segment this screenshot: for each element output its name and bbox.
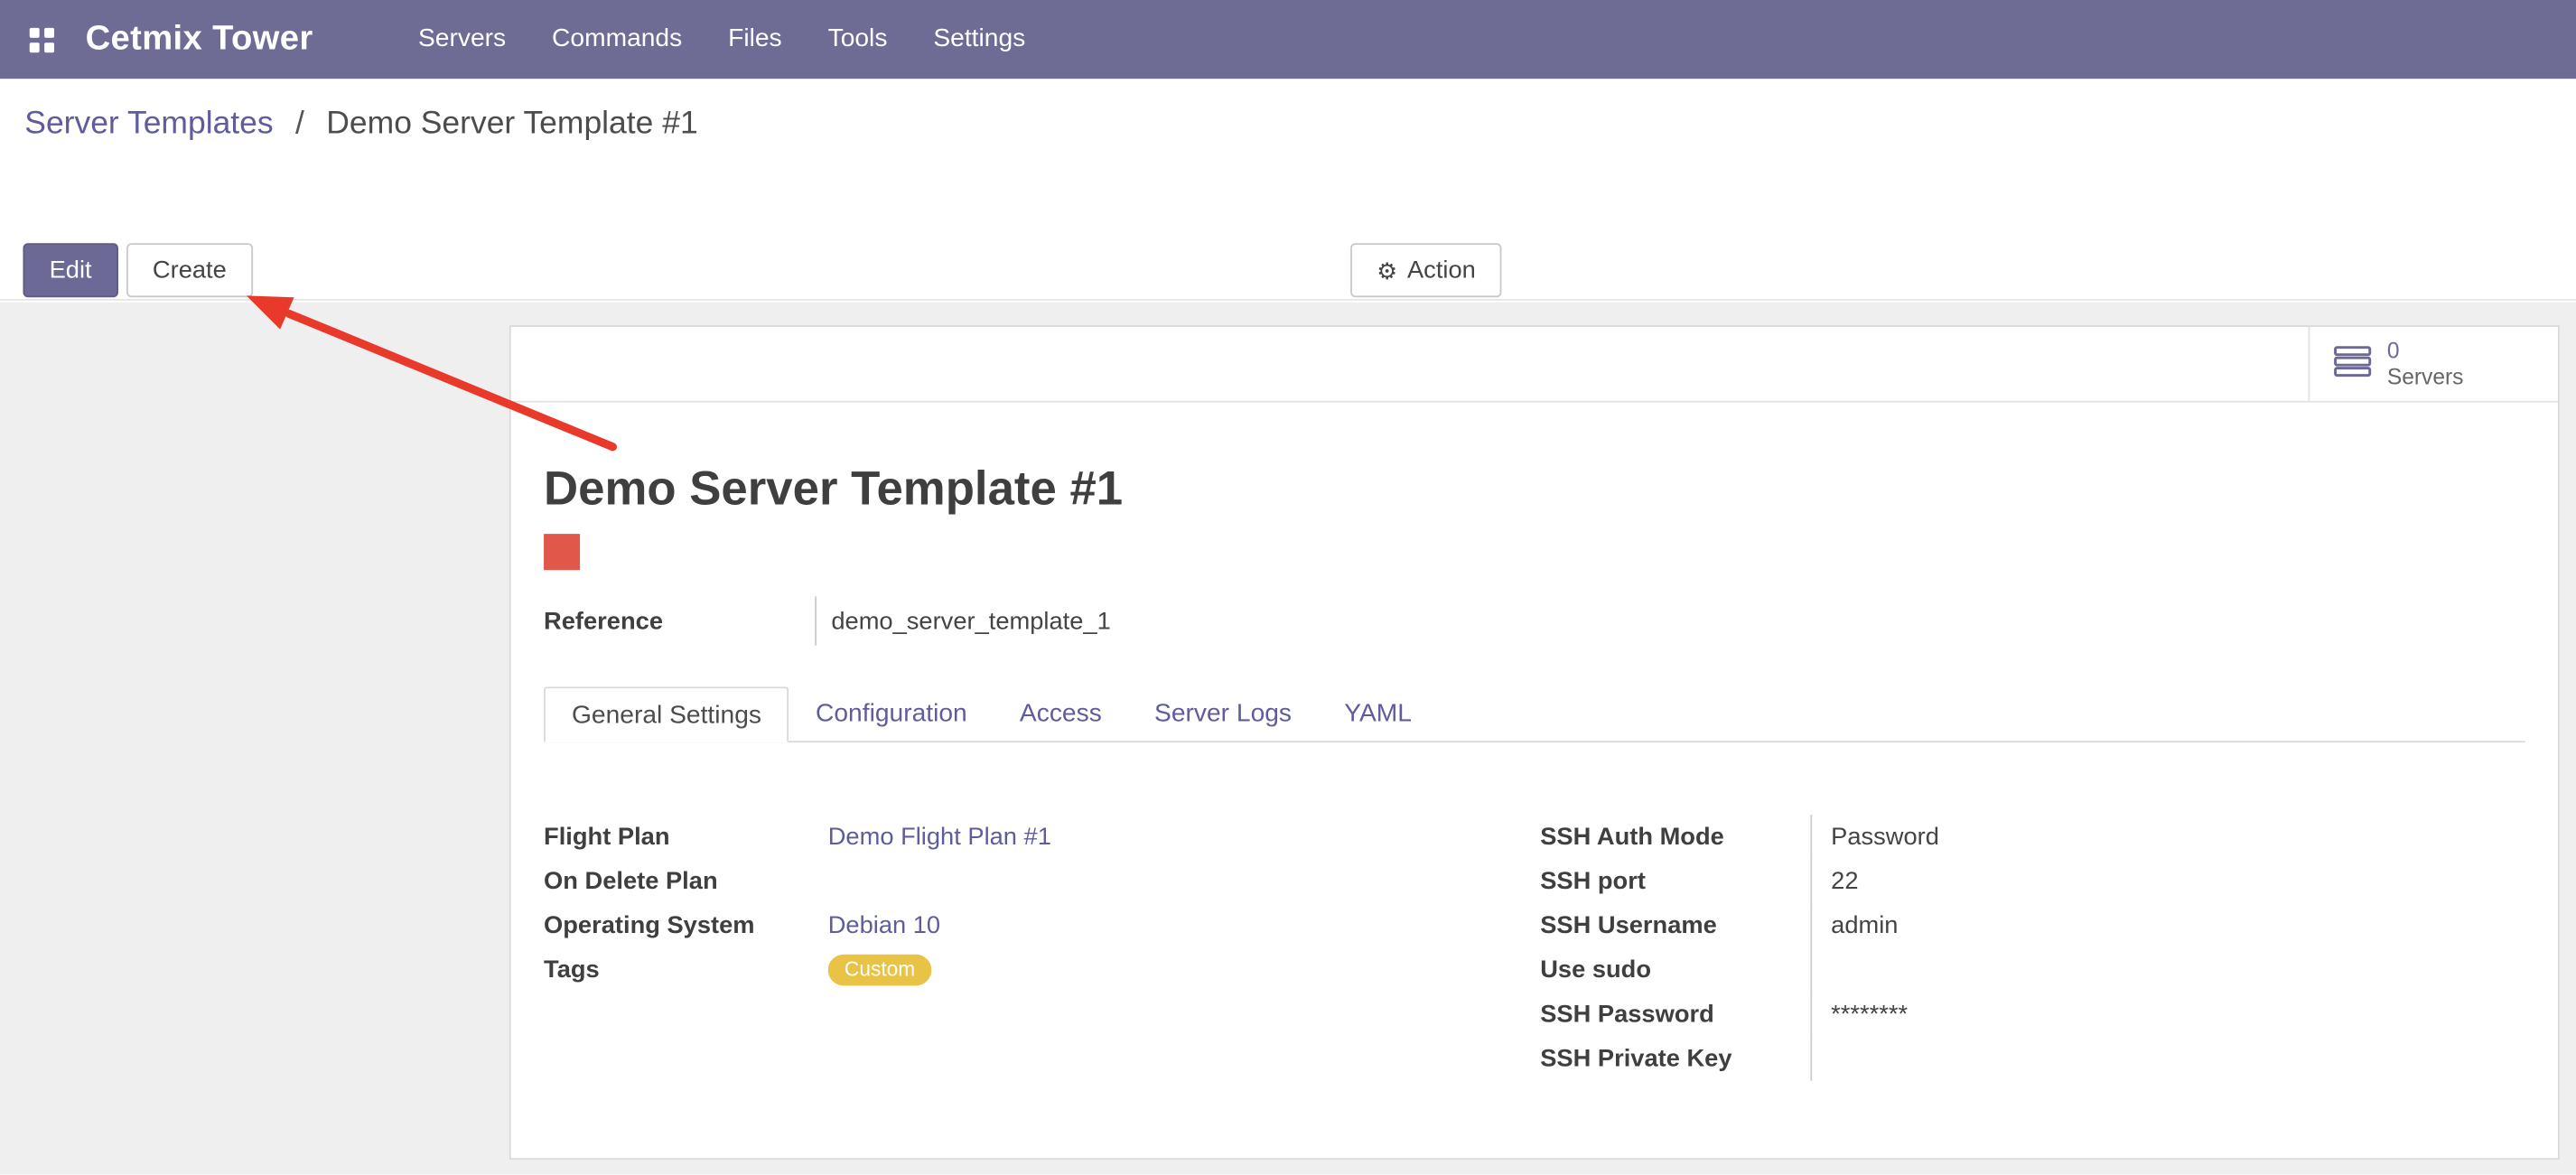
servers-count: 0 [2387, 338, 2464, 364]
breadcrumb-separator: / [295, 105, 304, 141]
field-value-ssh-port: 22 [1809, 859, 2525, 903]
breadcrumb: Server Templates / Demo Server Template … [24, 105, 697, 143]
field-label-ssh-password: SSH Password [1540, 993, 1809, 1037]
servers-icon [2333, 345, 2373, 383]
field-value-ssh-password: ******** [1809, 993, 2525, 1037]
field-label-operating-system: Operating System [544, 903, 828, 947]
content-area: 0 Servers Demo Server Template #1 Refere… [0, 303, 2576, 1175]
tab-server-logs[interactable]: Server Logs [1128, 686, 1318, 741]
tag-badge: Custom [828, 955, 932, 986]
field-value-operating-system: Debian 10 [828, 903, 1540, 947]
reference-field: Reference demo_server_template_1 [544, 596, 2525, 646]
field-value-ssh-auth-mode: Password [1809, 815, 2525, 859]
tab-yaml[interactable]: YAML [1318, 686, 1438, 741]
menu-item-files[interactable]: Files [705, 0, 805, 79]
reference-value: demo_server_template_1 [815, 596, 1111, 646]
field-value-ssh-username: admin [1809, 903, 2525, 947]
field-group-left: Flight Plan Demo Flight Plan #1 On Delet… [544, 815, 1540, 1081]
control-panel: Server Templates / Demo Server Template … [0, 79, 2576, 301]
field-label-ssh-port: SSH port [1540, 859, 1809, 903]
record-title: Demo Server Template #1 [544, 462, 2525, 518]
flight-plan-link[interactable]: Demo Flight Plan #1 [828, 823, 1051, 851]
menu-item-settings[interactable]: Settings [910, 0, 1049, 79]
action-button-label: Action [1407, 256, 1476, 284]
form-sheet: 0 Servers Demo Server Template #1 Refere… [509, 325, 2560, 1160]
tab-bar: General Settings Configuration Access Se… [544, 686, 2525, 742]
fields-area: Flight Plan Demo Flight Plan #1 On Delet… [544, 815, 2525, 1081]
field-value-on-delete-plan [828, 859, 1540, 903]
breadcrumb-parent-link[interactable]: Server Templates [24, 105, 273, 141]
sheet-header: 0 Servers [511, 327, 2558, 403]
field-label-tags: Tags [544, 947, 828, 992]
top-navbar: Cetmix Tower Servers Commands Files Tool… [0, 0, 2576, 79]
field-label-ssh-auth-mode: SSH Auth Mode [1540, 815, 1809, 859]
reference-label: Reference [544, 596, 815, 646]
create-button[interactable]: Create [126, 243, 253, 297]
field-label-on-delete-plan: On Delete Plan [544, 859, 828, 903]
field-value-use-sudo [1809, 947, 2525, 992]
field-label-ssh-username: SSH Username [1540, 903, 1809, 947]
field-group-right: SSH Auth Mode Password SSH port 22 SSH U… [1540, 815, 2525, 1081]
tab-configuration[interactable]: Configuration [789, 686, 994, 741]
page: Cetmix Tower Servers Commands Files Tool… [0, 0, 2576, 1174]
sheet-body: Demo Server Template #1 Reference demo_s… [511, 462, 2558, 1081]
menu-item-commands[interactable]: Commands [529, 0, 705, 79]
field-value-flight-plan: Demo Flight Plan #1 [828, 815, 1540, 859]
action-button[interactable]: ⚙ Action [1350, 243, 1502, 297]
apps-grid-icon[interactable] [20, 18, 62, 61]
field-label-use-sudo: Use sudo [1540, 947, 1809, 992]
tab-access[interactable]: Access [994, 686, 1128, 741]
gear-icon: ⚙ [1377, 258, 1397, 281]
tab-general-settings[interactable]: General Settings [544, 686, 789, 742]
field-value-ssh-private-key [1809, 1037, 2525, 1081]
primary-buttons: Edit Create [23, 243, 252, 297]
menu-item-servers[interactable]: Servers [396, 0, 529, 79]
breadcrumb-current: Demo Server Template #1 [326, 105, 697, 141]
field-label-ssh-private-key: SSH Private Key [1540, 1037, 1809, 1081]
servers-count-label: Servers [2387, 364, 2464, 390]
field-value-tags: Custom [828, 947, 1540, 992]
brand-title[interactable]: Cetmix Tower [86, 20, 313, 60]
main-menu: Servers Commands Files Tools Settings [396, 0, 1049, 79]
color-swatch [544, 534, 580, 570]
edit-button[interactable]: Edit [23, 243, 117, 297]
servers-stat-button[interactable]: 0 Servers [2309, 327, 2558, 401]
field-label-flight-plan: Flight Plan [544, 815, 828, 859]
servers-stat-text: 0 Servers [2387, 338, 2464, 390]
operating-system-link[interactable]: Debian 10 [828, 911, 940, 939]
menu-item-tools[interactable]: Tools [805, 0, 910, 79]
